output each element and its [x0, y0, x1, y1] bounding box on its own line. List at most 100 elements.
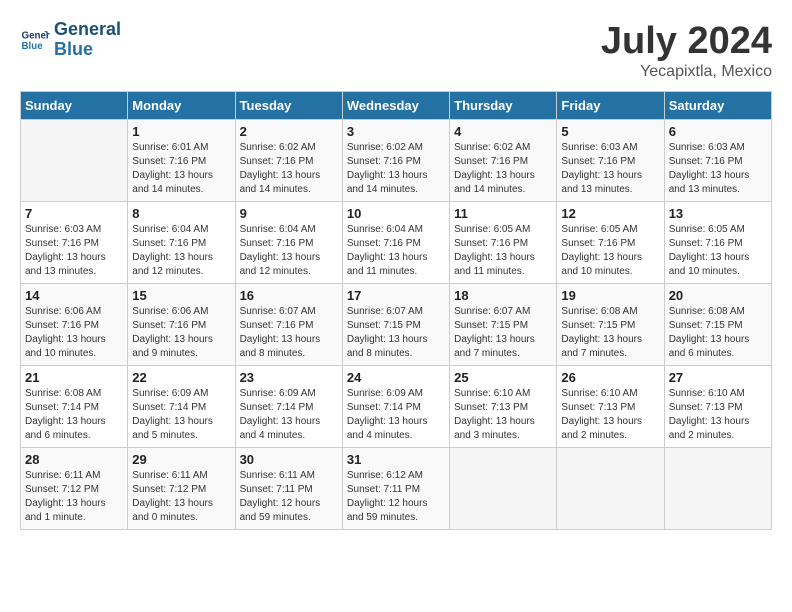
header-cell-saturday: Saturday — [664, 92, 771, 120]
day-cell: 26 Sunrise: 6:10 AMSunset: 7:13 PMDayligh… — [557, 366, 664, 448]
day-info: Sunrise: 6:02 AMSunset: 7:16 PMDaylight:… — [347, 141, 445, 197]
day-info: Sunrise: 6:07 AMSunset: 7:15 PMDaylight:… — [454, 305, 552, 361]
day-info: Sunrise: 6:07 AMSunset: 7:15 PMDaylight:… — [347, 305, 445, 361]
day-cell: 30 Sunrise: 6:11 AMSunset: 7:11 PMDayligh… — [235, 448, 342, 530]
svg-text:Blue: Blue — [22, 41, 44, 52]
day-number: 24 — [347, 370, 445, 385]
day-number: 21 — [25, 370, 123, 385]
month-title: July 2024 — [601, 20, 772, 63]
location: Yecapixtla, Mexico — [601, 63, 772, 81]
day-number: 18 — [454, 288, 552, 303]
header-cell-sunday: Sunday — [21, 92, 128, 120]
day-number: 30 — [240, 452, 338, 467]
day-cell: 17 Sunrise: 6:07 AMSunset: 7:15 PMDayligh… — [342, 284, 449, 366]
title-block: July 2024 Yecapixtla, Mexico — [601, 20, 772, 81]
day-number: 28 — [25, 452, 123, 467]
day-number: 23 — [240, 370, 338, 385]
day-cell: 7 Sunrise: 6:03 AMSunset: 7:16 PMDaylight… — [21, 202, 128, 284]
day-number: 2 — [240, 124, 338, 139]
week-row-2: 14Sunrise: 6:06 AMSunset: 7:16 PMDayligh… — [21, 284, 772, 366]
day-number: 3 — [347, 124, 445, 139]
day-info: Sunrise: 6:04 AMSunset: 7:16 PMDaylight:… — [347, 223, 445, 279]
day-info: Sunrise: 6:08 AMSunset: 7:15 PMDaylight:… — [561, 305, 659, 361]
day-info: Sunrise: 6:07 AMSunset: 7:16 PMDaylight:… — [240, 305, 338, 361]
day-info: Sunrise: 6:03 AMSunset: 7:16 PMDaylight:… — [25, 223, 123, 279]
day-info: Sunrise: 6:09 AMSunset: 7:14 PMDaylight:… — [347, 387, 445, 443]
day-cell: 20 Sunrise: 6:08 AMSunset: 7:15 PMDayligh… — [664, 284, 771, 366]
day-cell: 31 Sunrise: 6:12 AMSunset: 7:11 PMDayligh… — [342, 448, 449, 530]
day-number: 31 — [347, 452, 445, 467]
day-number: 4 — [454, 124, 552, 139]
day-number: 12 — [561, 206, 659, 221]
day-number: 26 — [561, 370, 659, 385]
header-cell-friday: Friday — [557, 92, 664, 120]
logo-text: General Blue — [54, 20, 121, 60]
day-cell: 28Sunrise: 6:11 AMSunset: 7:12 PMDayligh… — [21, 448, 128, 530]
header-cell-monday: Monday — [128, 92, 235, 120]
day-number: 10 — [347, 206, 445, 221]
logo: General Blue General Blue — [20, 20, 121, 60]
logo-line1: General — [54, 19, 121, 39]
day-number: 8 — [132, 206, 230, 221]
day-cell: 23 Sunrise: 6:09 AMSunset: 7:14 PMDayligh… — [235, 366, 342, 448]
day-number: 7 — [25, 206, 123, 221]
day-cell: 15Sunrise: 6:06 AMSunset: 7:16 PMDayligh… — [128, 284, 235, 366]
day-number: 22 — [132, 370, 230, 385]
day-cell — [450, 448, 557, 530]
week-row-4: 28 Sunrise: 6:11 AMSunset: 7:12 PMDayligh… — [21, 448, 772, 530]
day-info: Sunrise: 6:06 AMSunset: 7:16 PMDaylight:… — [25, 305, 123, 361]
day-info: Sunrise: 6:11 AMSunset: 7:12 PMDaylight:… — [132, 469, 230, 525]
day-cell: 9 Sunrise: 6:04 AMSunset: 7:16 PMDaylight… — [235, 202, 342, 284]
day-info: Sunrise: 6:05 AMSunset: 7:16 PMDaylight:… — [669, 223, 767, 279]
day-cell: 18 Sunrise: 6:07 AMSunset: 7:15 PMDayligh… — [450, 284, 557, 366]
day-cell: 29Sunrise: 6:11 AMSunset: 7:12 PMDayligh… — [128, 448, 235, 530]
day-cell: 19 Sunrise: 6:08 AMSunset: 7:15 PMDayligh… — [557, 284, 664, 366]
day-info: Sunrise: 6:10 AMSunset: 7:13 PMDaylight:… — [561, 387, 659, 443]
day-cell: 21 Sunrise: 6:08 AMSunset: 7:14 PMDayligh… — [21, 366, 128, 448]
day-number: 17 — [347, 288, 445, 303]
day-info: Sunrise: 6:09 AMSunset: 7:14 PMDaylight:… — [132, 387, 230, 443]
day-cell: 10 Sunrise: 6:04 AMSunset: 7:16 PMDayligh… — [342, 202, 449, 284]
day-number: 20 — [669, 288, 767, 303]
day-cell: 27Sunrise: 6:10 AMSunset: 7:13 PMDayligh… — [664, 366, 771, 448]
day-cell: 22 Sunrise: 6:09 AMSunset: 7:14 PMDayligh… — [128, 366, 235, 448]
logo-icon: General Blue — [20, 25, 50, 55]
day-info: Sunrise: 6:08 AMSunset: 7:15 PMDaylight:… — [669, 305, 767, 361]
day-info: Sunrise: 6:03 AMSunset: 7:16 PMDaylight:… — [561, 141, 659, 197]
day-number: 9 — [240, 206, 338, 221]
week-row-0: 1 Sunrise: 6:01 AMSunset: 7:16 PMDaylight… — [21, 120, 772, 202]
day-cell: 14Sunrise: 6:06 AMSunset: 7:16 PMDayligh… — [21, 284, 128, 366]
day-info: Sunrise: 6:04 AMSunset: 7:16 PMDaylight:… — [240, 223, 338, 279]
day-cell: 8 Sunrise: 6:04 AMSunset: 7:16 PMDaylight… — [128, 202, 235, 284]
day-info: Sunrise: 6:02 AMSunset: 7:16 PMDaylight:… — [240, 141, 338, 197]
day-cell: 12Sunrise: 6:05 AMSunset: 7:16 PMDayligh… — [557, 202, 664, 284]
day-info: Sunrise: 6:04 AMSunset: 7:16 PMDaylight:… — [132, 223, 230, 279]
day-cell — [557, 448, 664, 530]
day-cell: 11Sunrise: 6:05 AMSunset: 7:16 PMDayligh… — [450, 202, 557, 284]
day-cell: 6Sunrise: 6:03 AMSunset: 7:16 PMDaylight… — [664, 120, 771, 202]
day-info: Sunrise: 6:03 AMSunset: 7:16 PMDaylight:… — [669, 141, 767, 197]
day-info: Sunrise: 6:06 AMSunset: 7:16 PMDaylight:… — [132, 305, 230, 361]
day-info: Sunrise: 6:02 AMSunset: 7:16 PMDaylight:… — [454, 141, 552, 197]
day-cell: 13Sunrise: 6:05 AMSunset: 7:16 PMDayligh… — [664, 202, 771, 284]
day-cell: 1 Sunrise: 6:01 AMSunset: 7:16 PMDaylight… — [128, 120, 235, 202]
day-info: Sunrise: 6:09 AMSunset: 7:14 PMDaylight:… — [240, 387, 338, 443]
day-cell: 3 Sunrise: 6:02 AMSunset: 7:16 PMDaylight… — [342, 120, 449, 202]
header-cell-tuesday: Tuesday — [235, 92, 342, 120]
day-number: 16 — [240, 288, 338, 303]
day-info: Sunrise: 6:01 AMSunset: 7:16 PMDaylight:… — [132, 141, 230, 197]
day-number: 1 — [132, 124, 230, 139]
calendar-body: 1 Sunrise: 6:01 AMSunset: 7:16 PMDaylight… — [21, 120, 772, 530]
page-header: General Blue General Blue July 2024 Yeca… — [20, 20, 772, 81]
day-info: Sunrise: 6:05 AMSunset: 7:16 PMDaylight:… — [454, 223, 552, 279]
day-info: Sunrise: 6:08 AMSunset: 7:14 PMDaylight:… — [25, 387, 123, 443]
calendar-table: SundayMondayTuesdayWednesdayThursdayFrid… — [20, 91, 772, 530]
day-info: Sunrise: 6:11 AMSunset: 7:11 PMDaylight:… — [240, 469, 338, 525]
day-number: 19 — [561, 288, 659, 303]
day-info: Sunrise: 6:12 AMSunset: 7:11 PMDaylight:… — [347, 469, 445, 525]
day-cell: 24 Sunrise: 6:09 AMSunset: 7:14 PMDayligh… — [342, 366, 449, 448]
day-cell: 16 Sunrise: 6:07 AMSunset: 7:16 PMDayligh… — [235, 284, 342, 366]
header-cell-wednesday: Wednesday — [342, 92, 449, 120]
day-cell: 25Sunrise: 6:10 AMSunset: 7:13 PMDayligh… — [450, 366, 557, 448]
header-cell-thursday: Thursday — [450, 92, 557, 120]
